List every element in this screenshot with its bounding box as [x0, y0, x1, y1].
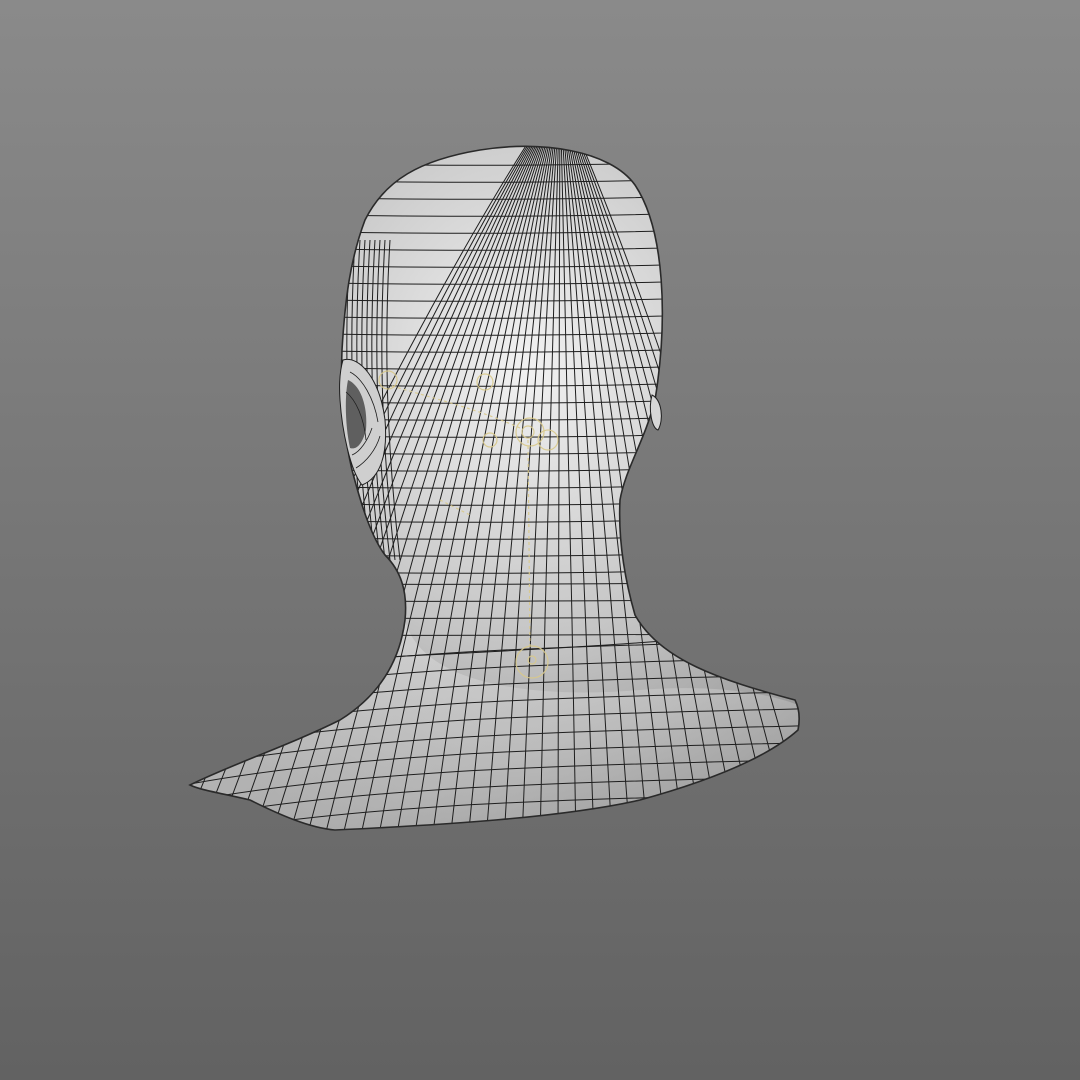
- viewport-canvas[interactable]: [0, 0, 1080, 1080]
- 3d-viewport[interactable]: [0, 0, 1080, 1080]
